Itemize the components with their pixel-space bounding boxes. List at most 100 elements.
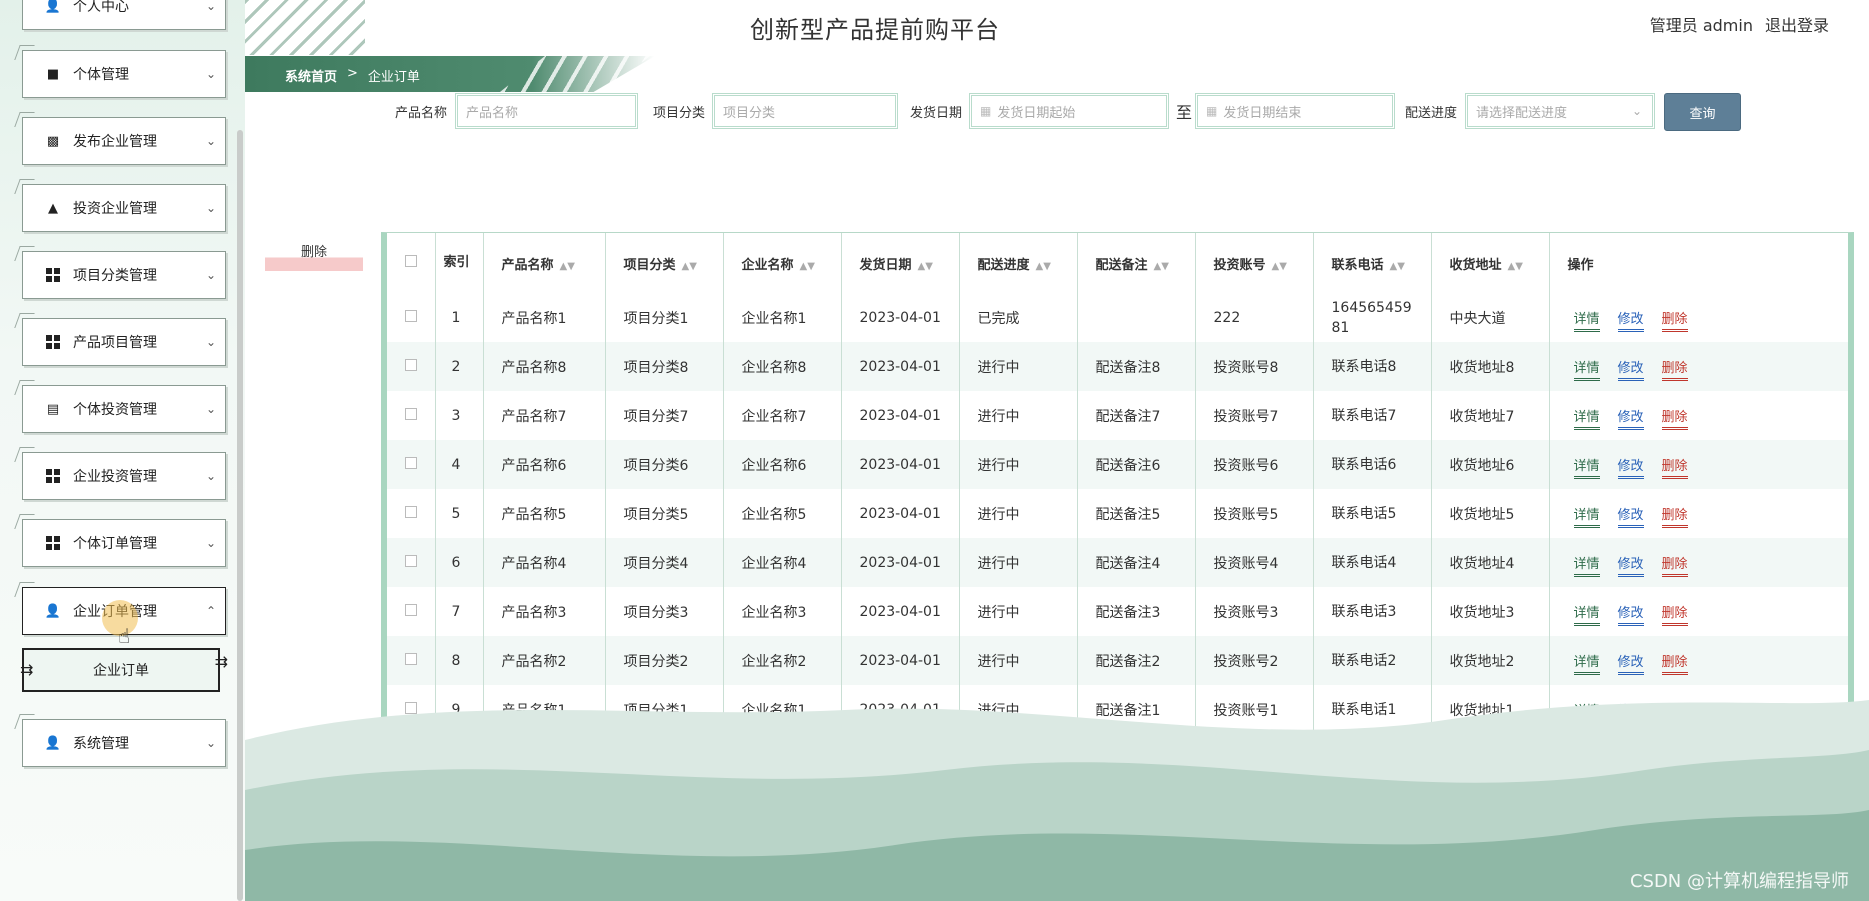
cell-remark: 配送备注5	[1077, 489, 1196, 538]
detail-link[interactable]: 详情	[1573, 410, 1600, 430]
sidebar-item-product-project[interactable]: 产品项目管理 ⌄	[22, 318, 226, 366]
cell-enterprise: 企业名称5	[723, 489, 842, 538]
detail-link[interactable]: 详情	[1573, 508, 1600, 528]
detail-link[interactable]: 详情	[1573, 312, 1600, 332]
submenu-item-enterprise-order[interactable]: 企业订单	[20, 648, 228, 692]
delete-link[interactable]: 删除	[1661, 655, 1688, 675]
detail-link[interactable]: 详情	[1573, 557, 1600, 577]
select-all-checkbox[interactable]	[405, 255, 417, 267]
delete-link[interactable]: 删除	[1661, 312, 1688, 332]
sidebar-item-system[interactable]: 👤 系统管理 ⌄	[22, 719, 226, 767]
sidebar-item-individual[interactable]: ■ 个体管理 ⌄	[22, 50, 226, 98]
row-checkbox[interactable]	[405, 554, 417, 567]
watermark-text: CSDN @计算机编程指导师	[1629, 871, 1849, 892]
edit-link[interactable]: 修改	[1617, 606, 1644, 626]
cell-address: 中央大道	[1431, 293, 1550, 342]
edit-link[interactable]: 修改	[1617, 459, 1644, 479]
product-name-input[interactable]: 产品名称	[455, 93, 638, 129]
sort-icon[interactable]: ▲▼	[1036, 261, 1051, 272]
hand-cursor-icon: ☝	[118, 624, 131, 648]
row-checkbox[interactable]	[405, 603, 417, 616]
cell-category: 项目分类7	[605, 391, 724, 440]
progress-select[interactable]: 请选择配送进度 ⌄	[1465, 93, 1655, 129]
chevron-down-icon: ⌄	[205, 335, 217, 349]
cell-actions: 详情修改删除	[1549, 293, 1848, 342]
column-header-product-name[interactable]: 产品名称 ▲▼	[483, 233, 606, 293]
cell-product-name: 产品名称1	[483, 293, 606, 342]
cell-account: 投资账号7	[1195, 391, 1314, 440]
row-checkbox[interactable]	[405, 309, 417, 322]
table-header-row: 索引 产品名称 ▲▼ 项目分类 ▲▼ 企业名称 ▲▼ 发货日期 ▲▼ 配送进度 ▲▼ 配送…	[387, 233, 1848, 293]
delete-link[interactable]: 删除	[1661, 557, 1688, 577]
select-all-header	[387, 233, 436, 293]
cell-product-name: 产品名称5	[483, 489, 606, 538]
delete-link[interactable]: 删除	[1661, 361, 1688, 381]
sort-icon[interactable]: ▲▼	[1154, 261, 1169, 272]
grid-icon	[45, 267, 61, 283]
query-button[interactable]: 查询	[1664, 93, 1741, 131]
sidebar-item-enterprise-invest[interactable]: 企业投资管理 ⌄	[22, 452, 226, 500]
detail-link[interactable]: 详情	[1573, 606, 1600, 626]
detail-link[interactable]: 详情	[1573, 459, 1600, 479]
sidebar-item-individual-invest[interactable]: ▤ 个体投资管理 ⌄	[22, 385, 226, 433]
sidebar-item-personal-center[interactable]: 👤 个人中心 ⌄	[22, 0, 226, 30]
sidebar-item-invest-enterprise[interactable]: ▲ 投资企业管理 ⌄	[22, 184, 226, 232]
sort-icon[interactable]: ▲▼	[918, 261, 933, 272]
row-select-cell	[387, 342, 436, 391]
column-header-address[interactable]: 收货地址 ▲▼	[1431, 233, 1550, 293]
column-header-category[interactable]: 项目分类 ▲▼	[605, 233, 724, 293]
cell-category: 项目分类8	[605, 342, 724, 391]
delete-link[interactable]: 删除	[1661, 606, 1688, 626]
column-header-account[interactable]: 投资账号 ▲▼	[1195, 233, 1314, 293]
sidebar-item-individual-order[interactable]: 个体订单管理 ⌄	[22, 519, 226, 567]
row-checkbox[interactable]	[405, 456, 417, 469]
grid-icon	[45, 468, 61, 484]
category-input[interactable]: 项目分类	[712, 93, 898, 129]
edit-link[interactable]: 修改	[1617, 312, 1644, 332]
chevron-down-icon: ⌄	[205, 201, 217, 215]
column-header-phone[interactable]: 联系电话 ▲▼	[1313, 233, 1432, 293]
logout-link[interactable]: 退出登录	[1765, 12, 1829, 36]
sort-icon[interactable]: ▲▼	[1272, 261, 1287, 272]
sort-icon[interactable]: ▲▼	[682, 261, 697, 272]
ship-date-end-input[interactable]: ▦ 发货日期结束	[1195, 93, 1395, 129]
breadcrumb-home[interactable]: 系统首页	[285, 66, 337, 85]
delete-link[interactable]: 删除	[1661, 410, 1688, 430]
clipboard-icon: ▩	[46, 133, 60, 149]
detail-link[interactable]: 详情	[1573, 361, 1600, 381]
column-header-remark[interactable]: 配送备注 ▲▼	[1077, 233, 1196, 293]
sidebar-scrollbar[interactable]	[237, 130, 243, 901]
column-header-enterprise[interactable]: 企业名称 ▲▼	[723, 233, 842, 293]
cell-progress: 已完成	[959, 293, 1078, 342]
cell-address: 收货地址5	[1431, 489, 1550, 538]
calendar-icon: ▦	[980, 104, 992, 118]
edit-link[interactable]: 修改	[1617, 655, 1644, 675]
edit-link[interactable]: 修改	[1617, 557, 1644, 577]
sort-icon[interactable]: ▲▼	[560, 261, 575, 272]
delete-link[interactable]: 删除	[1661, 508, 1688, 528]
delete-link[interactable]: 删除	[1661, 459, 1688, 479]
row-checkbox[interactable]	[405, 505, 417, 518]
column-header-label: 配送备注	[1095, 257, 1148, 273]
cell-ship-date: 2023-04-01	[841, 342, 960, 391]
ship-date-start-input[interactable]: ▦ 发货日期起始	[969, 93, 1169, 129]
sort-icon[interactable]: ▲▼	[1390, 261, 1405, 272]
row-checkbox[interactable]	[405, 358, 417, 371]
batch-delete-button[interactable]: 删除	[265, 241, 363, 271]
edit-link[interactable]: 修改	[1617, 361, 1644, 381]
row-checkbox[interactable]	[405, 652, 417, 665]
sort-icon[interactable]: ▲▼	[1508, 261, 1523, 272]
sidebar-item-publish-enterprise[interactable]: ▩ 发布企业管理 ⌄	[22, 117, 226, 165]
cell-actions: 详情修改删除	[1549, 440, 1848, 489]
column-header-progress[interactable]: 配送进度 ▲▼	[959, 233, 1078, 293]
column-header-ship-date[interactable]: 发货日期 ▲▼	[841, 233, 960, 293]
edit-link[interactable]: 修改	[1617, 410, 1644, 430]
sort-icon[interactable]: ▲▼	[800, 261, 815, 272]
cell-ship-date: 2023-04-01	[841, 440, 960, 489]
cell-index: 7	[435, 587, 484, 636]
row-checkbox[interactable]	[405, 407, 417, 420]
sidebar-item-category[interactable]: 项目分类管理 ⌄	[22, 251, 226, 299]
edit-link[interactable]: 修改	[1617, 508, 1644, 528]
breadcrumb-current: 企业订单	[367, 70, 420, 85]
detail-link[interactable]: 详情	[1573, 655, 1600, 675]
